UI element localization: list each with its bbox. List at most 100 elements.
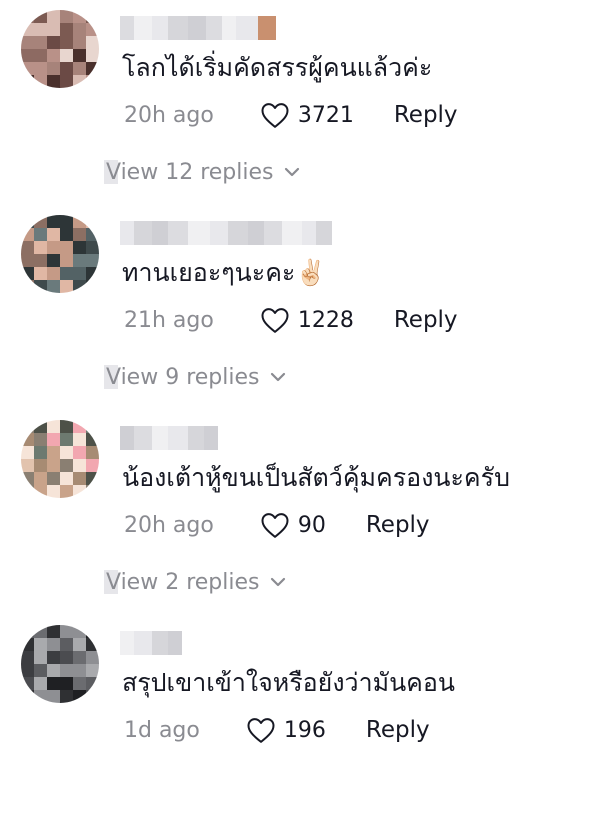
avatar-pixel	[73, 62, 86, 75]
avatar-pixel	[73, 651, 86, 664]
view-replies-label: View 9 replies	[106, 364, 260, 390]
reply-button[interactable]: Reply	[394, 102, 458, 128]
avatar-pixel	[60, 23, 73, 36]
username-redacted[interactable]	[120, 221, 332, 245]
avatar[interactable]	[21, 625, 99, 703]
avatar-pixel	[86, 36, 99, 49]
username-pixel	[168, 426, 188, 450]
username-pixel	[282, 221, 302, 245]
avatar-pixel	[21, 215, 34, 228]
username-pixel	[152, 16, 168, 40]
avatar-pixel	[86, 280, 99, 293]
avatar-pixel	[86, 651, 99, 664]
avatar-pixel	[34, 677, 47, 690]
username-redacted[interactable]	[120, 16, 276, 40]
avatar-pixel	[34, 690, 47, 703]
avatar-pixel	[47, 433, 60, 446]
reply-button[interactable]: Reply	[366, 512, 430, 538]
avatar-pixel	[60, 241, 73, 254]
avatar-pixel	[21, 625, 34, 638]
username-pixel	[134, 221, 152, 245]
avatar-pixel	[21, 23, 34, 36]
username-redacted[interactable]	[120, 631, 182, 655]
avatar-pixel	[34, 433, 47, 446]
avatar-pixel	[86, 75, 99, 88]
username-pixel	[264, 221, 282, 245]
view-replies-button[interactable]: View 2 replies	[104, 567, 287, 597]
avatar-pixel	[73, 75, 86, 88]
avatar-pixel	[60, 459, 73, 472]
like-button[interactable]: 1228	[260, 306, 354, 334]
comment-item: น้องเต้าหู้ขนเป็นสัตว์คุ้มครองนะครับ 20h…	[0, 410, 600, 615]
avatar-pixel	[47, 625, 60, 638]
comment-time: 20h ago	[124, 102, 214, 128]
avatar-pixel	[47, 267, 60, 280]
avatar-pixel	[21, 690, 34, 703]
avatar[interactable]	[21, 420, 99, 498]
avatar[interactable]	[21, 10, 99, 88]
avatar-pixel	[73, 677, 86, 690]
avatar-pixel	[21, 459, 34, 472]
like-button[interactable]: 90	[260, 511, 326, 539]
avatar-pixel	[47, 459, 60, 472]
avatar-pixel	[73, 280, 86, 293]
avatar-pixel	[21, 49, 34, 62]
avatar-pixel	[47, 23, 60, 36]
view-replies-button[interactable]: View 9 replies	[104, 362, 287, 392]
avatar-pixel	[86, 420, 99, 433]
avatar-pixel	[21, 75, 34, 88]
avatar-pixel	[60, 433, 73, 446]
avatar-pixel	[73, 267, 86, 280]
heart-outline-icon[interactable]	[260, 306, 290, 334]
avatar-pixel	[47, 228, 60, 241]
avatar-pixel	[60, 49, 73, 62]
avatar-pixel	[86, 472, 99, 485]
username-pixel	[204, 426, 218, 450]
like-count: 196	[283, 717, 326, 743]
comment-item: โลกได้เริ่มคัดสรรผู้คนแล้วค่ะ 20h ago 37…	[0, 0, 600, 205]
username-pixel	[168, 16, 188, 40]
avatar-pixel	[34, 420, 47, 433]
username-pixel	[152, 426, 168, 450]
view-replies-button[interactable]: View 12 replies	[104, 157, 301, 187]
avatar-pixel	[47, 485, 60, 498]
avatar-pixel	[47, 62, 60, 75]
avatar-pixel	[21, 267, 34, 280]
avatar-pixel	[21, 228, 34, 241]
avatar-pixel	[73, 10, 86, 23]
avatar-pixel	[47, 36, 60, 49]
heart-outline-icon[interactable]	[260, 101, 290, 129]
like-button[interactable]: 3721	[260, 101, 354, 129]
avatar-pixel	[34, 446, 47, 459]
like-button[interactable]: 196	[246, 716, 326, 744]
avatar-pixel	[60, 62, 73, 75]
comment-time: 21h ago	[124, 307, 214, 333]
comment-time: 1d ago	[124, 717, 200, 743]
heart-outline-icon[interactable]	[260, 511, 290, 539]
username-redacted[interactable]	[120, 426, 218, 450]
avatar-pixel	[47, 49, 60, 62]
heart-outline-icon[interactable]	[246, 716, 276, 744]
avatar-pixel	[73, 664, 86, 677]
chevron-down-icon	[271, 577, 286, 587]
avatar[interactable]	[21, 215, 99, 293]
avatar-pixel	[73, 420, 86, 433]
reply-button[interactable]: Reply	[394, 307, 458, 333]
avatar-pixel	[86, 664, 99, 677]
avatar-pixel	[21, 280, 34, 293]
username-pixel	[120, 221, 134, 245]
avatar-pixel	[34, 241, 47, 254]
avatar-pixel	[60, 36, 73, 49]
avatar-pixel	[34, 267, 47, 280]
username-pixel	[152, 221, 168, 245]
avatar-pixel	[60, 267, 73, 280]
reply-button[interactable]: Reply	[366, 717, 430, 743]
avatar-pixel	[60, 677, 73, 690]
username-pixel	[228, 221, 248, 245]
avatar-pixel	[34, 664, 47, 677]
avatar-pixel	[34, 638, 47, 651]
avatar-pixel	[73, 23, 86, 36]
view-replies-label: View 12 replies	[106, 159, 274, 185]
avatar-pixel	[34, 254, 47, 267]
like-count: 3721	[297, 102, 354, 128]
